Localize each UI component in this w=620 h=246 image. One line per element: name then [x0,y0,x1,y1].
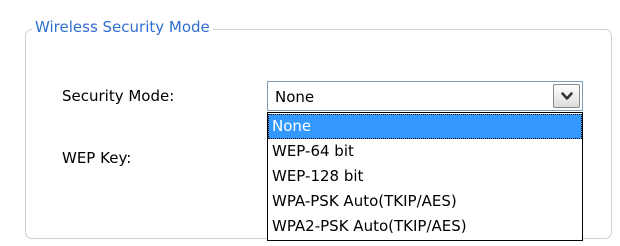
security-mode-label: Security Mode: [62,87,175,105]
chevron-down-icon [560,91,573,100]
option-wep-128[interactable]: WEP-128 bit [268,164,582,189]
group-legend: Wireless Security Mode [32,17,213,37]
security-mode-value: None [275,88,315,106]
option-wpa2-psk[interactable]: WPA2-PSK Auto(TKIP/AES) [268,214,582,239]
security-mode-options: None WEP-64 bit WEP-128 bit WPA-PSK Auto… [267,112,583,241]
security-mode-select[interactable]: None [267,81,583,111]
wireless-settings-panel: Wireless Security Mode Security Mode: No… [0,0,620,246]
wep-key-label: WEP Key: [62,149,132,167]
option-wep-64[interactable]: WEP-64 bit [268,139,582,164]
dropdown-button[interactable] [553,84,580,108]
option-wpa-psk[interactable]: WPA-PSK Auto(TKIP/AES) [268,189,582,214]
option-none[interactable]: None [268,114,582,139]
